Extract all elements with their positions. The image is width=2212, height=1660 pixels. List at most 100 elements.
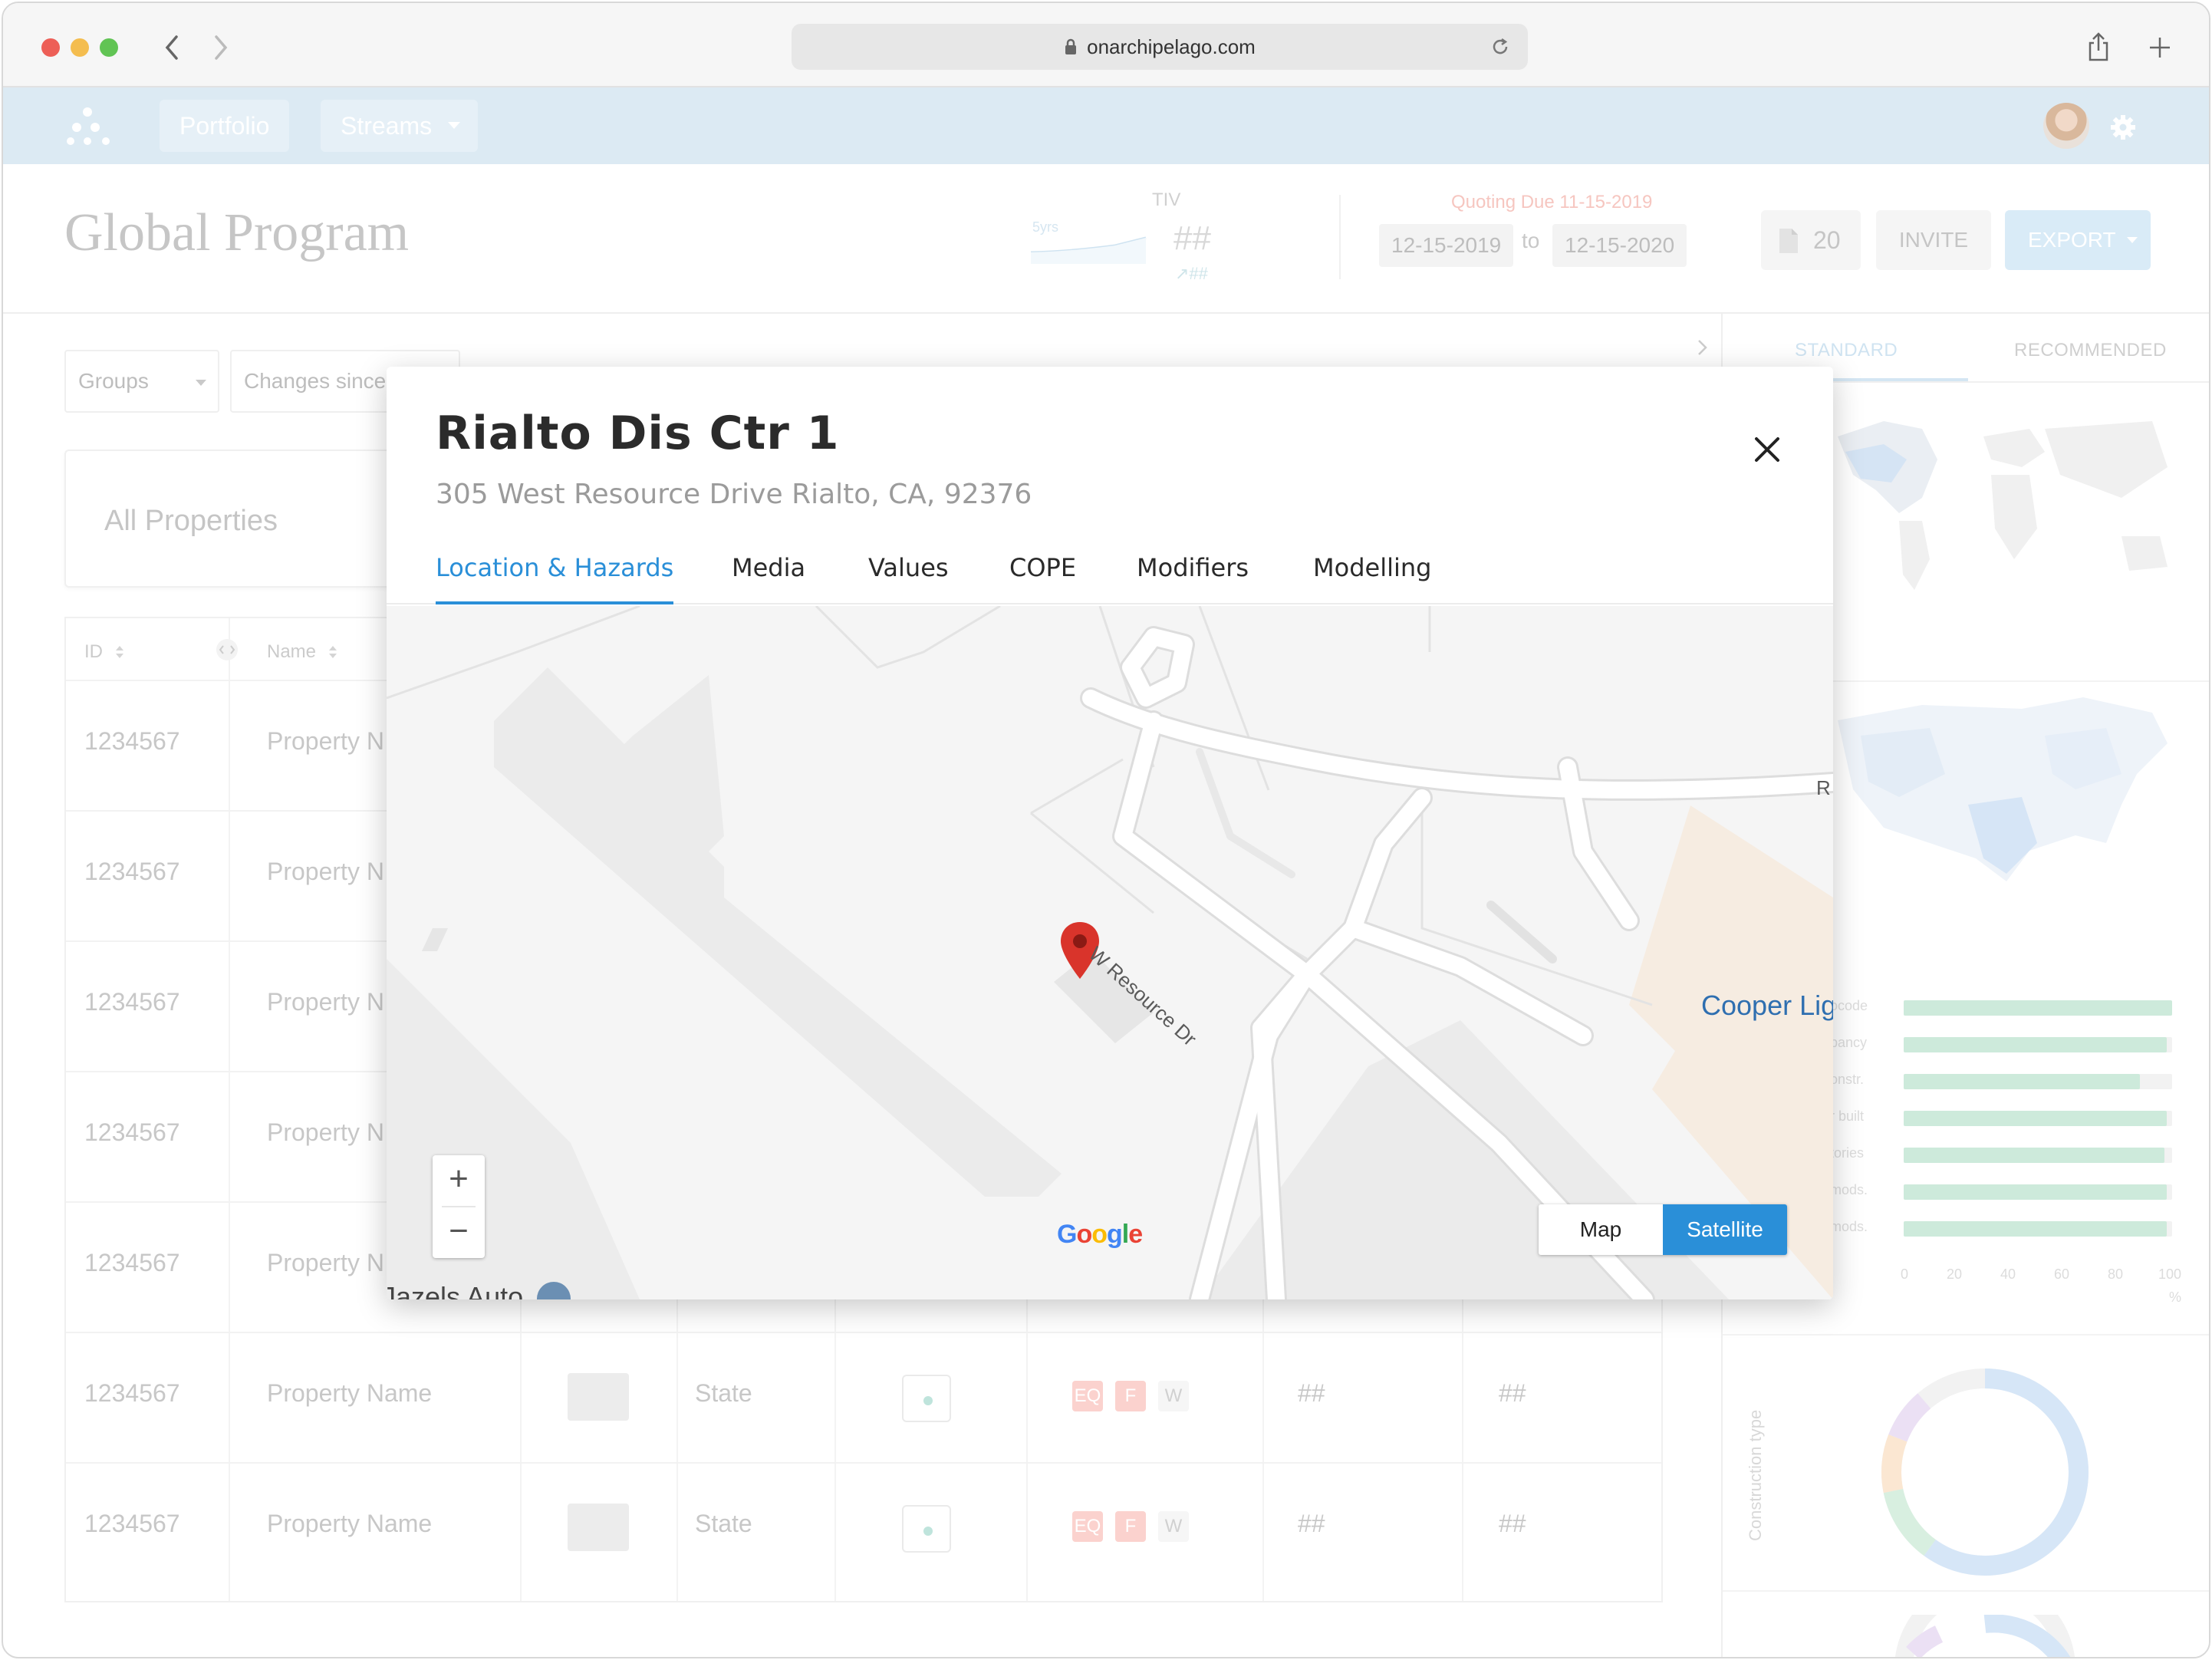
hazard-f-badge: F xyxy=(1115,1511,1146,1542)
donut-chart xyxy=(1881,1369,2089,1576)
bar xyxy=(1904,1074,2140,1089)
logo-icon[interactable] xyxy=(64,104,112,147)
hazard-w-badge: W xyxy=(1158,1381,1189,1411)
property-thumbnail[interactable] xyxy=(568,1504,629,1551)
modal-address: 305 West Resource Drive Rialto, CA, 9237… xyxy=(436,479,1032,510)
tab-cope[interactable]: COPE xyxy=(1009,543,1076,604)
browser-toolbar: onarchipelago.com xyxy=(3,3,2209,87)
gear-icon[interactable] xyxy=(2109,114,2137,141)
google-logo: Google xyxy=(1057,1220,1143,1249)
table-row[interactable]: 1234567 Property Name State EQ F W ## ## xyxy=(66,1462,1661,1592)
column-header-id-label: ID xyxy=(84,641,103,662)
bar-label: onstr. xyxy=(1830,1072,1865,1087)
cell-state: State xyxy=(695,1510,752,1537)
panel-section-divider xyxy=(1723,1590,2209,1592)
bar-label: ocode xyxy=(1830,998,1868,1013)
bar xyxy=(1904,1148,2164,1163)
location-pin-icon[interactable] xyxy=(902,1505,951,1553)
bar xyxy=(1904,1000,2172,1016)
poi-label-bottom-text: Jazels Auto xyxy=(387,1281,524,1299)
tab-recommended[interactable]: RECOMMENDED xyxy=(2014,340,2167,361)
close-icon[interactable] xyxy=(1746,428,1789,471)
cell-value-2: ## xyxy=(1499,1379,1526,1407)
cell-state: State xyxy=(695,1379,752,1407)
bar-axis-tick: 60 xyxy=(2054,1266,2070,1282)
bar-label: pancy xyxy=(1830,1035,1868,1050)
chevron-right-icon[interactable] xyxy=(1697,338,1709,357)
zoom-in-button[interactable]: + xyxy=(433,1155,485,1206)
location-map[interactable]: W Resource Dr R Cooper Lig Jazels Auto +… xyxy=(387,606,1833,1299)
poi-label[interactable]: Cooper Lig xyxy=(1701,990,1833,1022)
lock-icon xyxy=(1065,38,1077,54)
tiv-change: ↗## xyxy=(1175,264,1208,283)
bar xyxy=(1904,1221,2167,1237)
cell-value-2: ## xyxy=(1499,1510,1526,1537)
browser-window: onarchipelago.com Portfolio Streams Glob… xyxy=(2,2,2210,1658)
new-tab-icon[interactable] xyxy=(2148,35,2172,60)
date-to-field[interactable]: 12-15-2020 xyxy=(1552,224,1687,267)
column-header-id[interactable]: ID xyxy=(84,641,125,663)
hazard-eq-badge: EQ xyxy=(1072,1381,1103,1411)
chevron-down-icon xyxy=(448,122,461,129)
donut-axis-label: Construction type xyxy=(1746,1409,1765,1541)
hazard-w-badge: W xyxy=(1158,1511,1189,1542)
tab-values[interactable]: Values xyxy=(868,543,949,604)
location-pin-icon[interactable] xyxy=(902,1375,951,1422)
tab-modifiers[interactable]: Modifiers xyxy=(1137,543,1249,604)
tiv-label: TIV xyxy=(1152,189,1181,210)
table-row[interactable]: 1234567 Property Name State EQ F W ## ## xyxy=(66,1332,1661,1462)
cell-value-1: ## xyxy=(1298,1510,1325,1537)
minimize-window-button[interactable] xyxy=(71,38,89,57)
address-bar[interactable]: onarchipelago.com xyxy=(792,24,1528,70)
cell-id: 1234567 xyxy=(84,1249,180,1276)
bar-axis-tick: 0 xyxy=(1901,1266,1909,1282)
share-icon[interactable] xyxy=(2086,31,2111,63)
property-thumbnail[interactable] xyxy=(568,1373,629,1421)
bar-axis-tick: 20 xyxy=(1947,1266,1963,1282)
zoom-out-button[interactable]: − xyxy=(433,1207,485,1258)
nav-streams-label: Streams xyxy=(341,112,433,140)
world-map xyxy=(1838,421,2168,590)
cell-name: Property N xyxy=(267,727,384,755)
back-arrow-icon[interactable] xyxy=(161,32,183,63)
reload-icon[interactable] xyxy=(1489,36,1511,58)
nav-portfolio[interactable]: Portfolio xyxy=(160,100,290,152)
groups-label: Groups xyxy=(78,369,149,393)
document-icon xyxy=(1779,229,1798,253)
nav-streams[interactable]: Streams xyxy=(321,100,479,152)
sort-icon xyxy=(328,646,337,658)
page-title: Global Program xyxy=(64,203,410,262)
bar xyxy=(1904,1111,2167,1126)
app-navbar: Portfolio Streams xyxy=(3,87,2209,164)
forward-arrow-icon[interactable] xyxy=(210,32,232,63)
poi-label-bottom[interactable]: Jazels Auto xyxy=(387,1281,571,1299)
quoting-due-date: Quoting Due 11-15-2019 xyxy=(1451,192,1653,212)
map-type-map-button[interactable]: Map xyxy=(1539,1204,1663,1255)
cell-name: Property Name xyxy=(267,1510,433,1537)
export-button[interactable]: EXPORT xyxy=(2005,210,2151,270)
close-window-button[interactable] xyxy=(41,38,60,57)
resize-column-icon[interactable] xyxy=(213,638,241,661)
cell-name: Property N xyxy=(267,858,384,885)
bar-label: tories xyxy=(1830,1145,1865,1161)
column-header-name[interactable]: Name xyxy=(267,641,338,663)
modal-title: Rialto Dis Ctr 1 xyxy=(436,407,840,460)
hazard-eq-badge: EQ xyxy=(1072,1511,1103,1542)
documents-count: 20 xyxy=(1813,226,1841,254)
tab-media[interactable]: Media xyxy=(732,543,805,604)
tab-standard[interactable]: STANDARD xyxy=(1795,340,1898,361)
documents-button[interactable]: 20 xyxy=(1761,210,1861,270)
all-properties-card[interactable]: All Properties xyxy=(64,450,433,588)
invite-button[interactable]: INVITE xyxy=(1876,210,1991,270)
cell-id: 1234567 xyxy=(84,1510,180,1537)
tab-modelling[interactable]: Modelling xyxy=(1313,543,1431,604)
donut-chart-secondary xyxy=(1895,1615,2075,1657)
groups-dropdown[interactable]: Groups xyxy=(64,350,219,413)
tab-location-hazards[interactable]: Location & Hazards xyxy=(436,543,674,604)
avatar[interactable] xyxy=(2043,103,2089,149)
bar-axis-tick: 80 xyxy=(2108,1266,2124,1282)
property-modal: Rialto Dis Ctr 1 305 West Resource Drive… xyxy=(387,367,1833,1299)
date-from-field[interactable]: 12-15-2019 xyxy=(1379,224,1514,267)
maximize-window-button[interactable] xyxy=(100,38,118,57)
map-type-satellite-button[interactable]: Satellite xyxy=(1663,1204,1787,1255)
